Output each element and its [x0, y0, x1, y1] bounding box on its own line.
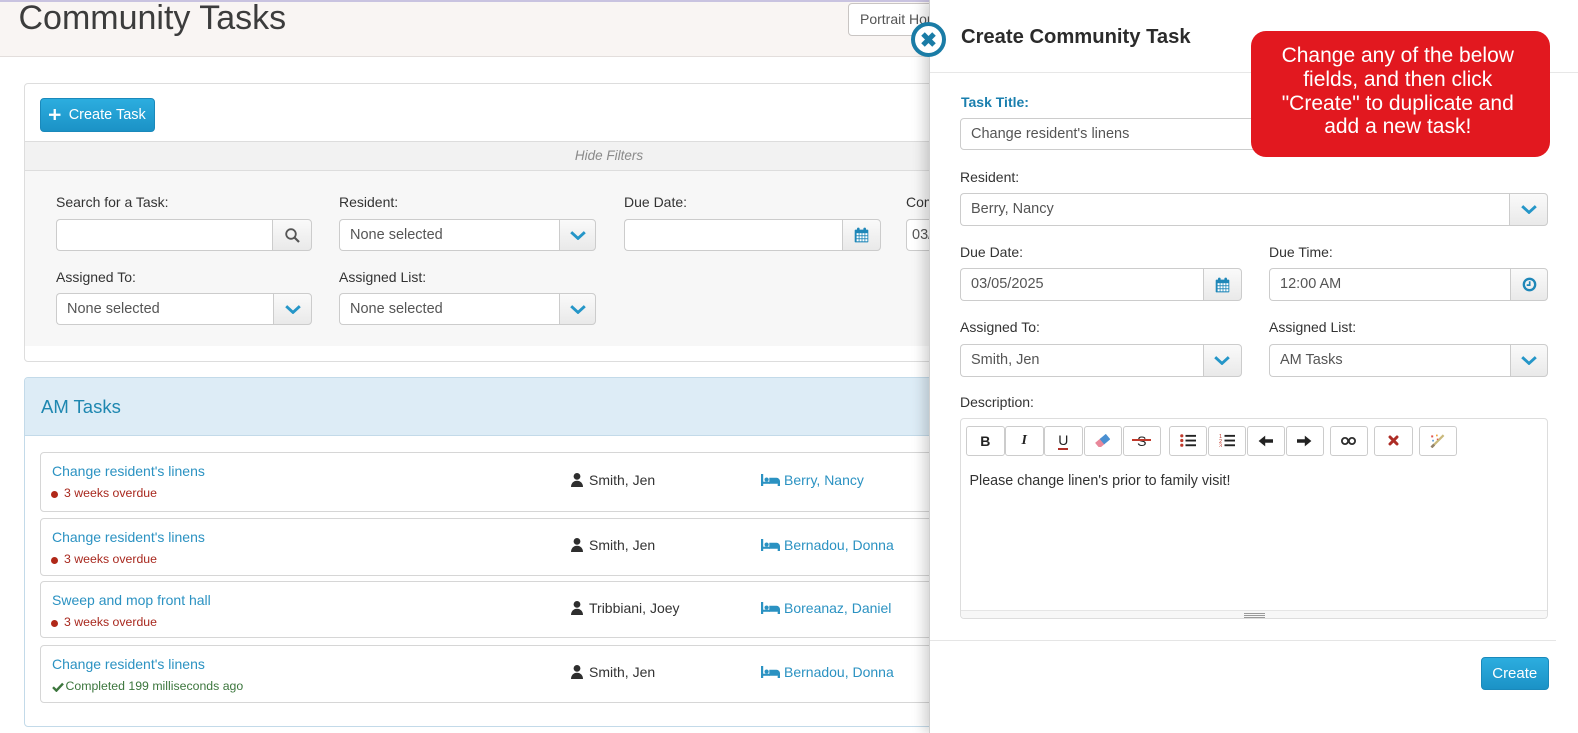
svg-text:3: 3: [1219, 444, 1222, 448]
